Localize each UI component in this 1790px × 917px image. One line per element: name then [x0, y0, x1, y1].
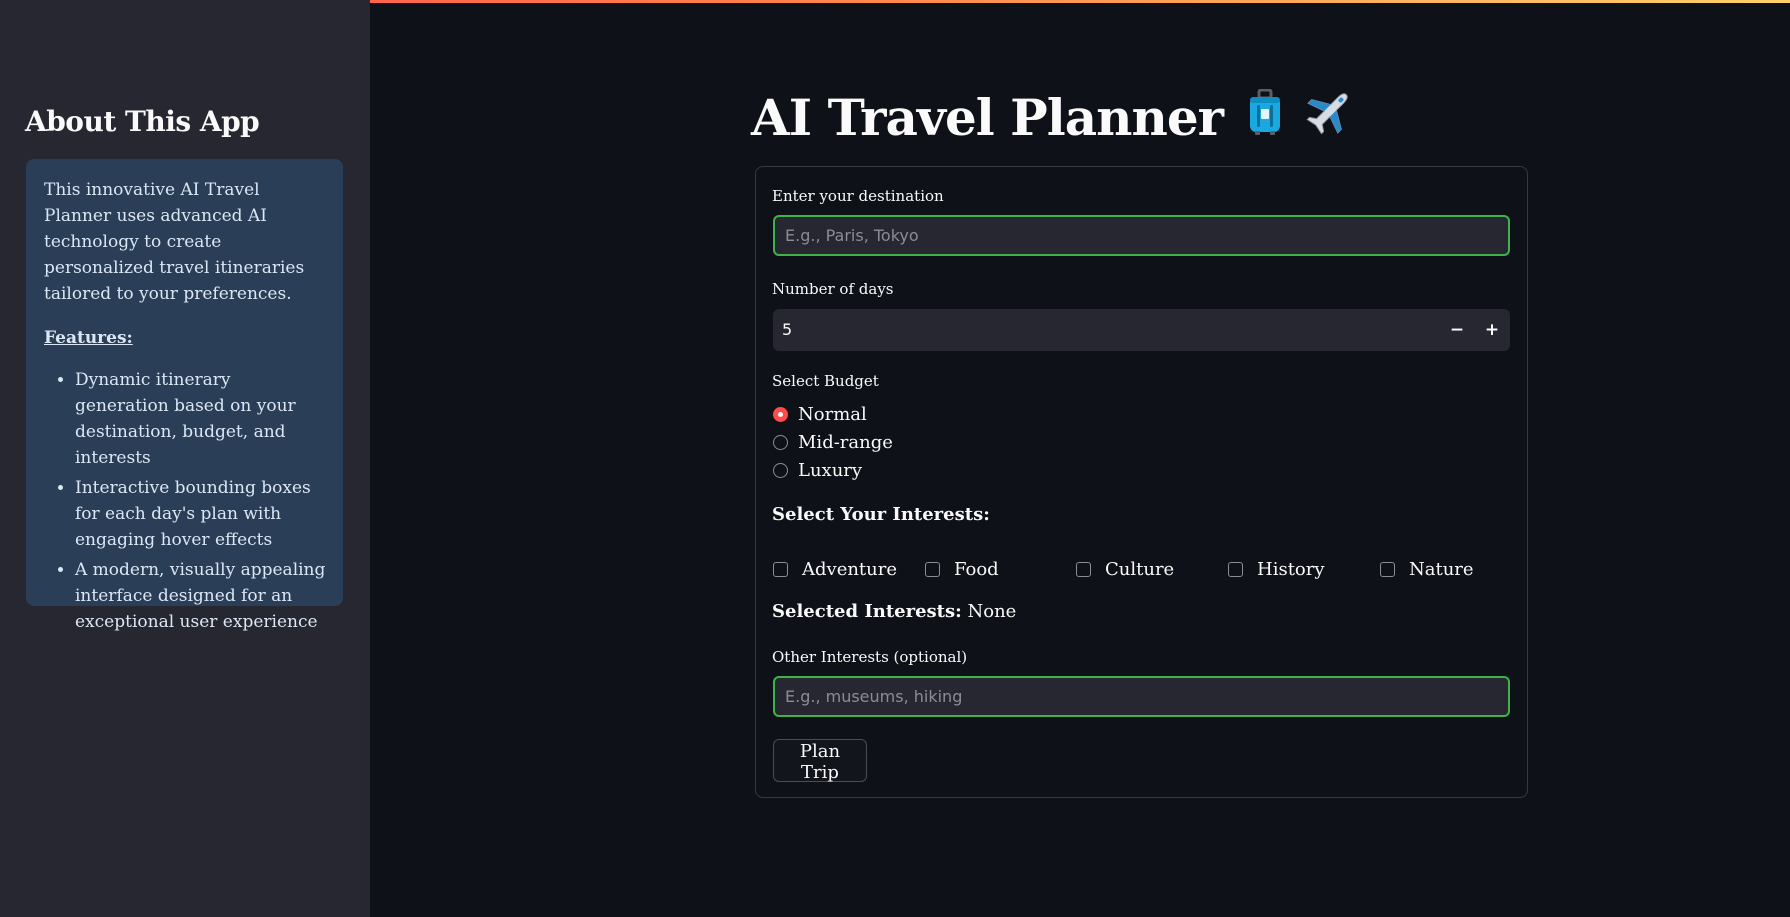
budget-label: Select Budget: [772, 372, 879, 390]
features-title: Features:: [44, 328, 133, 348]
decrement-button[interactable]: −: [1440, 309, 1474, 351]
interest-label: Adventure: [802, 558, 898, 580]
page-title: AI Travel Planner: [751, 86, 1355, 148]
selected-interests-value: None: [967, 601, 1017, 622]
other-interests-label: Other Interests (optional): [772, 648, 968, 666]
interests-title: Select Your Interests:: [772, 504, 990, 525]
selected-interests-line: Selected Interests: None: [772, 601, 1016, 622]
plan-trip-button[interactable]: Plan Trip: [773, 739, 867, 783]
feature-item: Interactive bounding boxes for each day'…: [75, 475, 327, 553]
destination-input[interactable]: [773, 215, 1510, 256]
checkbox-icon[interactable]: [1076, 561, 1091, 577]
feature-item: Dynamic itinerary generation based on yo…: [75, 367, 327, 471]
interest-label: History: [1257, 558, 1325, 580]
interest-checkbox-history[interactable]: History: [1228, 557, 1325, 581]
selected-interests-label: Selected Interests:: [772, 601, 962, 622]
budget-option-luxury[interactable]: Luxury: [773, 458, 862, 482]
sidebar-heading: About This App: [25, 105, 260, 138]
interest-checkbox-food[interactable]: Food: [925, 557, 999, 581]
interest-checkbox-adventure[interactable]: Adventure: [773, 557, 897, 581]
radio-selected-icon[interactable]: [773, 406, 788, 422]
budget-option-normal[interactable]: Normal: [773, 402, 867, 426]
luggage-icon: [1247, 88, 1283, 147]
interest-label: Culture: [1105, 558, 1175, 580]
destination-label: Enter your destination: [772, 187, 944, 205]
radio-unselected-icon[interactable]: [773, 462, 788, 478]
about-info-box: This innovative AI Travel Planner uses a…: [26, 159, 343, 632]
other-interests-input[interactable]: [773, 676, 1510, 717]
increment-button[interactable]: +: [1475, 309, 1509, 351]
budget-option-label: Mid-range: [798, 431, 893, 453]
budget-option-label: Normal: [798, 403, 867, 425]
checkbox-icon[interactable]: [1228, 561, 1243, 577]
checkbox-icon[interactable]: [1380, 561, 1395, 577]
interest-checkbox-culture[interactable]: Culture: [1076, 557, 1174, 581]
days-number-input[interactable]: 5 − +: [773, 309, 1510, 351]
budget-option-mid-range[interactable]: Mid-range: [773, 430, 893, 454]
radio-unselected-icon[interactable]: [773, 434, 788, 450]
feature-item: A modern, visually appealing interface d…: [75, 557, 327, 635]
trip-form-card: Enter your destination Number of days 5 …: [755, 166, 1528, 798]
sidebar: About This App This innovative AI Travel…: [0, 0, 370, 917]
interest-checkbox-nature[interactable]: Nature: [1380, 557, 1474, 581]
days-value[interactable]: 5: [782, 309, 792, 351]
features-list: Dynamic itinerary generation based on yo…: [44, 367, 327, 635]
budget-option-label: Luxury: [798, 459, 863, 481]
days-label: Number of days: [772, 280, 894, 298]
interest-label: Nature: [1409, 558, 1474, 580]
airplane-icon: [1305, 86, 1355, 148]
page-title-text: AI Travel Planner: [751, 87, 1224, 147]
about-text: This innovative AI Travel Planner uses a…: [44, 180, 305, 304]
interest-label: Food: [954, 558, 999, 580]
checkbox-icon[interactable]: [925, 561, 940, 577]
checkbox-icon[interactable]: [773, 561, 788, 577]
